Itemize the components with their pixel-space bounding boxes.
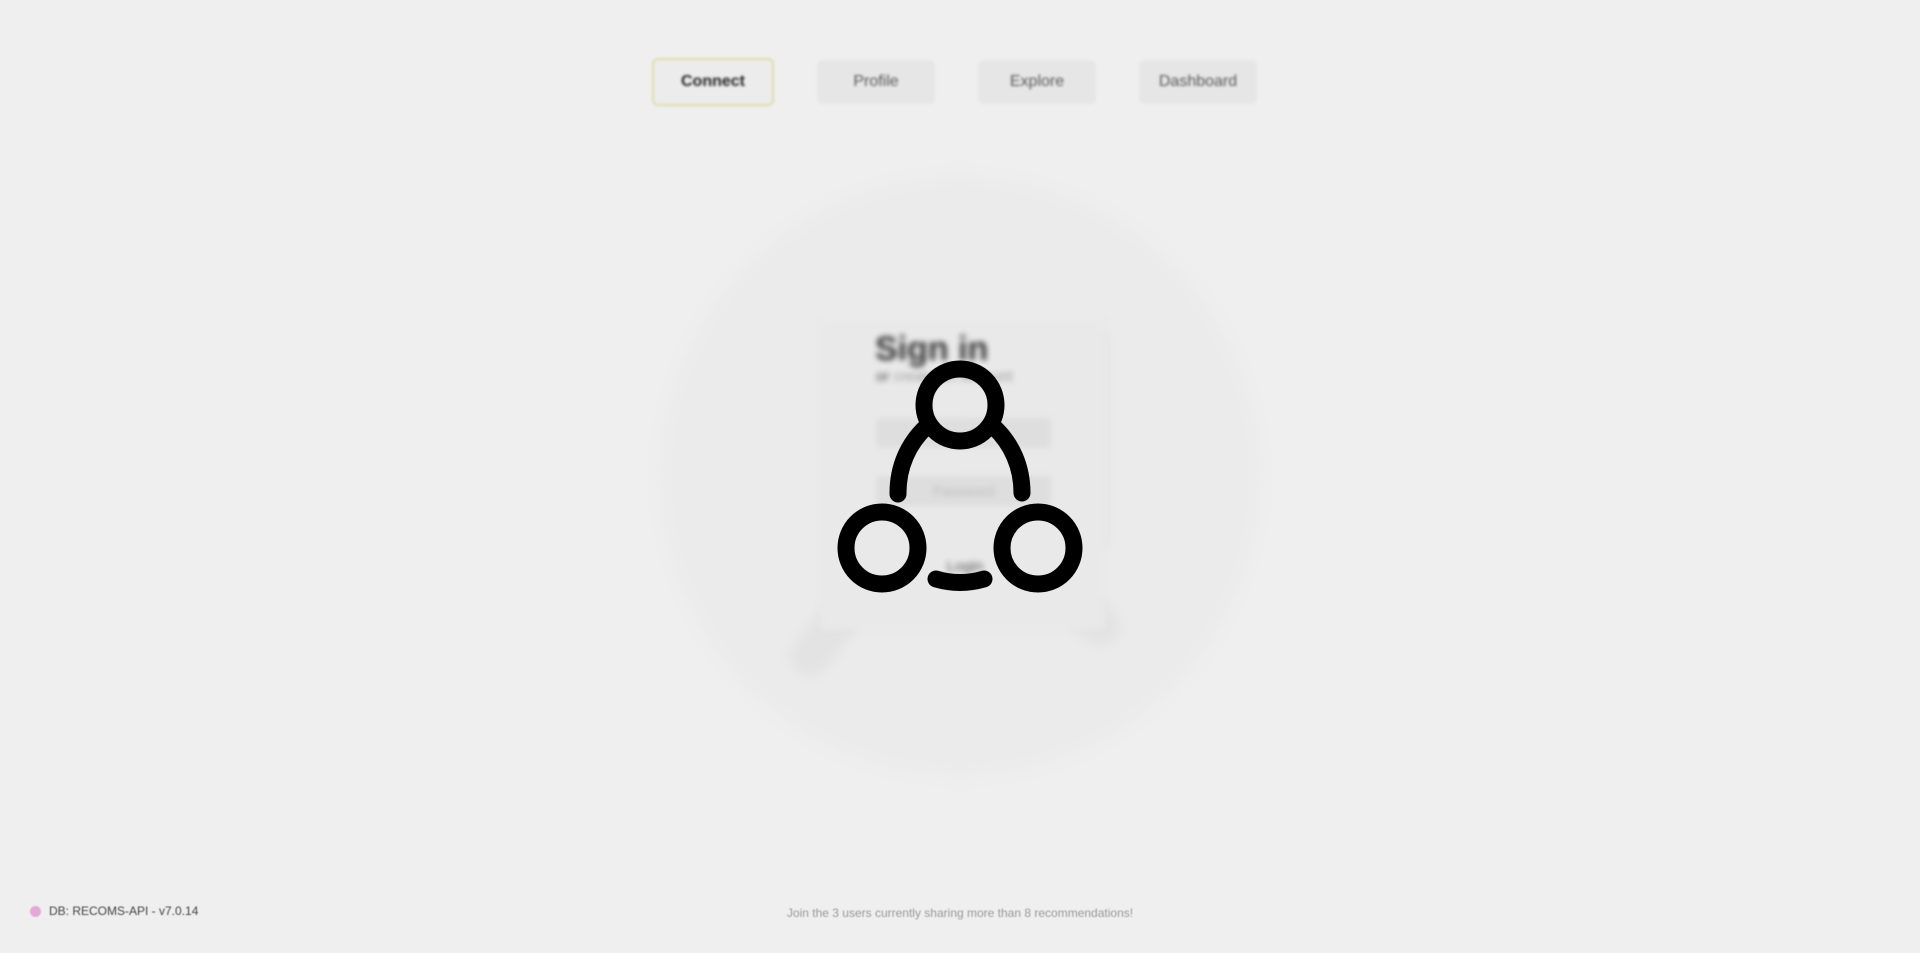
footer-message: Join the 3 users currently sharing more … (786, 906, 1134, 920)
page: Connect Profile Explore Dashboard Sign i… (0, 0, 1920, 953)
tab-connect[interactable]: Connect (652, 58, 774, 106)
tab-dashboard[interactable]: Dashboard (1139, 60, 1257, 104)
tab-profile[interactable]: Profile (817, 60, 935, 104)
community-loader-icon (837, 360, 1083, 593)
top-nav: Connect Profile Explore Dashboard (652, 58, 1257, 106)
tab-explore[interactable]: Explore (978, 60, 1096, 104)
